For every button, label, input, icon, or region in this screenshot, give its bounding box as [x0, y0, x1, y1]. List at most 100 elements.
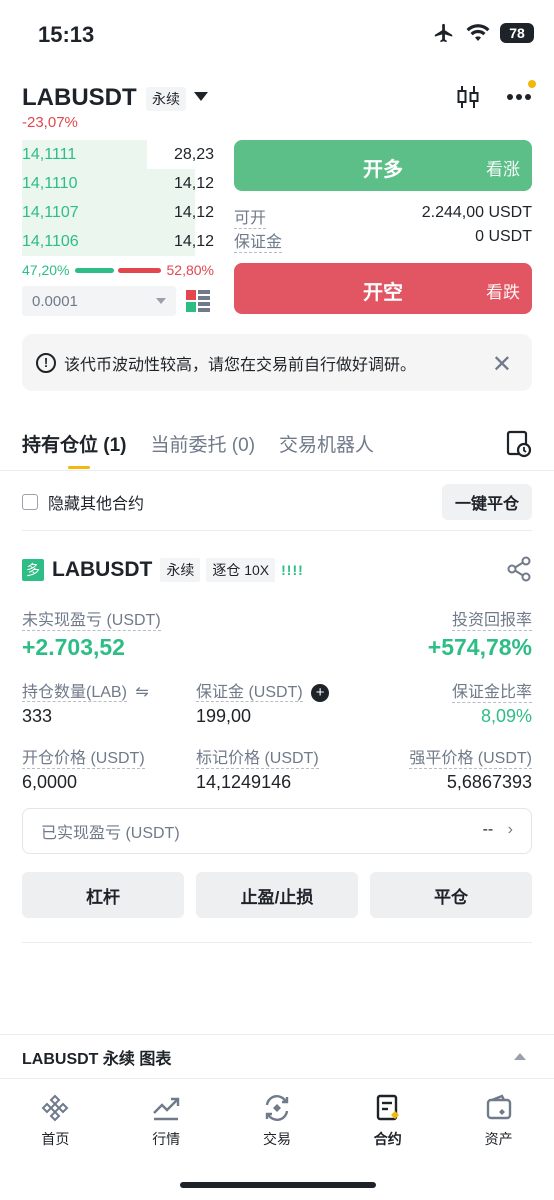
roi-value: +574,78% — [427, 634, 532, 660]
add-margin-icon[interactable]: + — [311, 683, 330, 702]
airplane-icon — [434, 23, 453, 43]
chevron-right-icon: › — [507, 821, 513, 838]
orderbook-price: 14,1110 — [22, 174, 78, 192]
bottom-nav: 首页 行情 交易 合约 资产 — [0, 1078, 554, 1158]
open-short-button[interactable]: 开空 看跌 — [234, 263, 532, 314]
realized-pnl-label: 已实现盈亏 (USDT) — [41, 825, 180, 842]
leverage-button[interactable]: 杠杆 — [22, 872, 184, 918]
ratio-bar — [75, 267, 161, 273]
nav-futures-label: 合约 — [373, 1131, 402, 1147]
chart-drawer-label: LABUSDT 永续 图表 — [22, 1050, 172, 1068]
hide-other-contracts-checkbox[interactable] — [22, 494, 38, 510]
nav-markets[interactable]: 行情 — [111, 1079, 222, 1158]
symbol-dropdown-icon[interactable] — [194, 92, 208, 101]
orderbook-quantity: 28,23 — [173, 145, 214, 163]
margin-mode-tag[interactable]: 逐仓 10X — [206, 558, 276, 582]
nav-trade[interactable]: 交易 — [222, 1079, 333, 1158]
orderbook-price: 14,1106 — [22, 232, 79, 250]
status-bar: 15:13 78 — [0, 0, 554, 70]
close-all-button[interactable]: 一键平仓 — [441, 484, 532, 520]
risk-notice: ! 该代币波动性较高，请您在交易前自行做好调研。 ✕ — [22, 334, 532, 391]
tab-positions[interactable]: 持有仓位 (1) — [22, 430, 127, 470]
tp-sl-button[interactable]: 止盈/止损 — [196, 872, 358, 918]
swap-icon[interactable]: ⇋ — [135, 684, 148, 701]
size-value: 333 — [22, 706, 53, 726]
ratio-bar-sell — [117, 267, 161, 273]
orderbook-quantity: 14,12 — [173, 203, 214, 221]
home-indicator — [180, 1182, 376, 1188]
battery-indicator: 78 — [500, 23, 534, 43]
chevron-down-icon — [156, 298, 166, 304]
risk-level-indicator: !!!! — [281, 562, 304, 578]
roi-label[interactable]: 投资回报率 — [451, 606, 532, 631]
size-label[interactable]: 持仓数量(LAB) — [22, 684, 127, 702]
entry-price-label[interactable]: 开仓价格 (USDT) — [22, 744, 145, 769]
available-row: 可开 2.244,00 USDT — [234, 204, 532, 229]
sell-ratio: 52,80% — [166, 262, 214, 278]
symbol-title[interactable]: LABUSDT — [22, 84, 137, 112]
order-history-icon[interactable] — [506, 430, 532, 458]
wallet-icon — [486, 1094, 511, 1120]
mark-price-label[interactable]: 标记价格 (USDT) — [196, 744, 319, 769]
hide-other-contracts-label[interactable]: 隐藏其他合约 — [48, 490, 144, 514]
buy-ratio: 47,20% — [22, 262, 70, 278]
tabs-divider — [0, 470, 554, 471]
orderbook-layout-icon[interactable] — [186, 290, 210, 312]
perpetual-tag: 永续 — [146, 87, 186, 111]
margin-row: 保证金 0 USDT — [234, 228, 532, 253]
ratio-bar-buy — [75, 267, 114, 273]
position-symbol[interactable]: LABUSDT — [52, 558, 152, 582]
precision-select[interactable]: 0.0001 — [22, 286, 176, 316]
chevron-up-icon[interactable] — [514, 1053, 526, 1060]
share-icon[interactable] — [506, 556, 532, 582]
order-book: 14,1111 28,23 14,1110 14,12 14,1107 14,12 14,1… — [22, 140, 214, 256]
position-margin-label[interactable]: 保证金 (USDT) — [196, 684, 303, 702]
nav-trade-label: 交易 — [262, 1131, 291, 1147]
unrealized-pnl-value: +2.703,52 — [22, 634, 125, 660]
available-value: 2.244,00 USDT — [421, 204, 532, 221]
header-actions — [456, 80, 536, 110]
open-short-sub: 看跌 — [486, 283, 520, 302]
close-position-button[interactable]: 平仓 — [370, 872, 532, 918]
orderbook-row[interactable]: 14,1106 14,12 — [22, 227, 214, 256]
notice-text: 该代币波动性较高，请您在交易前自行做好调研。 — [64, 356, 417, 374]
tab-trading-bots[interactable]: 交易机器人 — [279, 430, 374, 470]
open-long-button[interactable]: 开多 看涨 — [234, 140, 532, 191]
position-header: 多 LABUSDT 永续 逐仓 10X !!!! — [22, 556, 532, 584]
mark-price-value: 14,1249146 — [196, 772, 292, 792]
tab-open-orders[interactable]: 当前委托 (0) — [151, 430, 256, 470]
chart-drawer[interactable]: LABUSDT 永续 图表 — [0, 1034, 554, 1078]
realized-pnl-value-row: -- › — [483, 821, 513, 839]
margin-label: 保证金 — [234, 228, 283, 253]
markets-icon — [153, 1097, 180, 1121]
notification-dot — [528, 80, 536, 88]
orderbook-row[interactable]: 14,1107 14,12 — [22, 198, 214, 227]
unrealized-pnl-label[interactable]: 未实现盈亏 (USDT) — [22, 606, 161, 631]
orderbook-price: 14,1107 — [22, 203, 79, 221]
price-change: -23,07% — [22, 114, 78, 131]
wifi-icon — [466, 24, 490, 41]
toolbar-divider — [22, 530, 532, 531]
more-menu[interactable] — [506, 80, 536, 106]
nav-assets[interactable]: 资产 — [443, 1079, 554, 1158]
candlestick-chart-icon[interactable] — [456, 84, 480, 110]
available-label: 可开 — [234, 204, 267, 229]
positions-toolbar: 隐藏其他合约 一键平仓 — [22, 484, 532, 520]
size-label-row: 持仓数量(LAB) ⇋ — [22, 678, 149, 702]
position-margin-value: 199,00 — [196, 706, 252, 726]
nav-home-label: 首页 — [41, 1131, 70, 1147]
futures-icon — [376, 1094, 399, 1121]
home-icon — [41, 1094, 69, 1122]
margin-ratio-label[interactable]: 保证金比率 — [451, 678, 532, 703]
liquidation-price-label[interactable]: 强平价格 (USDT) — [409, 744, 532, 769]
orderbook-row[interactable]: 14,1110 14,12 — [22, 169, 214, 198]
trade-icon — [265, 1095, 289, 1121]
buy-sell-ratio: 47,20% 52,80% — [22, 262, 214, 278]
close-icon[interactable]: ✕ — [492, 350, 512, 379]
realized-pnl-row[interactable]: 已实现盈亏 (USDT) -- › — [22, 808, 532, 854]
info-icon: ! — [36, 352, 56, 373]
nav-home[interactable]: 首页 — [0, 1079, 111, 1158]
orderbook-row[interactable]: 14,1111 28,23 — [22, 140, 214, 169]
more-icon[interactable] — [506, 93, 532, 101]
nav-futures[interactable]: 合约 — [332, 1079, 443, 1158]
